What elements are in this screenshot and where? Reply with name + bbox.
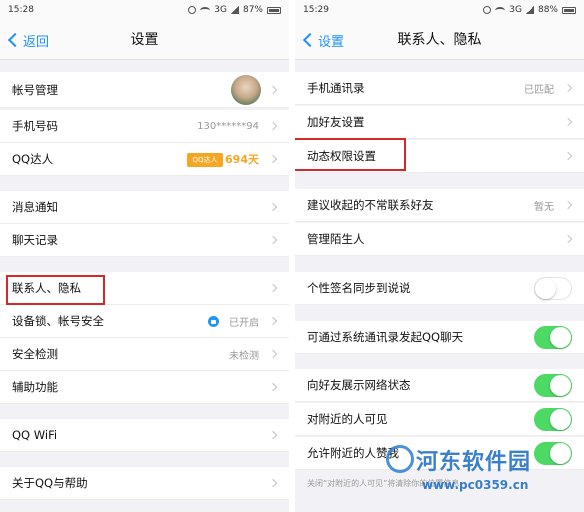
privacy-item-label: 向好友展示网络状态 [307, 378, 411, 392]
settings-screen: 15:28 3G 87% 返回 设置 帐号管理 手机号码 130******94… [0, 0, 289, 512]
chevron-right-icon [268, 382, 278, 392]
battery-icon [562, 6, 576, 14]
privacy-item-nearby-visible: 对附近的人可见 [295, 403, 584, 436]
settings-item-label: 联系人、隐私 [12, 281, 81, 295]
chevron-right-icon [563, 151, 573, 161]
privacy-item-label: 对附近的人可见 [307, 412, 388, 426]
settings-item-security-check[interactable]: 安全检测 未检测 [0, 338, 289, 371]
chevron-right-icon [268, 349, 278, 359]
signature-sync-toggle[interactable] [534, 277, 572, 300]
privacy-item-signature-sync: 个性签名同步到说说 [295, 272, 584, 305]
qq-daren-days: 694天 [225, 153, 259, 166]
settings-item-phone[interactable]: 手机号码 130******94 [0, 110, 289, 143]
watermark-url: www.pc0359.cn [422, 478, 529, 492]
nav-bar: 设置 联系人、隐私 [295, 20, 584, 60]
settings-item-label: 安全检测 [12, 347, 58, 361]
settings-item-about[interactable]: 关于QQ与帮助 [0, 467, 289, 500]
battery-icon [267, 6, 281, 14]
system-contacts-chat-toggle[interactable] [534, 326, 572, 349]
chevron-right-icon [563, 83, 573, 93]
settings-item-label: 聊天记录 [12, 233, 58, 247]
chevron-right-icon [563, 117, 573, 127]
qq-daren-badge-icon: QQ达人 [187, 153, 223, 167]
settings-item-label: 消息通知 [12, 200, 58, 214]
privacy-item-label: 建议收起的不常联系好友 [307, 198, 434, 212]
chevron-right-icon [268, 235, 278, 245]
chevron-right-icon [268, 316, 278, 326]
alarm-icon [188, 6, 197, 14]
inactive-friends-status: 暂无 [534, 201, 554, 213]
back-button[interactable]: 返回 [6, 20, 49, 60]
contacts-privacy-screen: 15:29 3G 88% 设置 联系人、隐私 手机通讯录 已匹配 加好友设置 动… [295, 0, 584, 512]
settings-item-device-lock[interactable]: 设备锁、帐号安全 已开启 [0, 305, 289, 338]
battery-percent: 88% [537, 5, 558, 15]
phone-number-value: 130******94 [197, 120, 259, 132]
status-bar: 15:29 3G 88% [295, 0, 584, 20]
chevron-left-icon [302, 32, 318, 48]
settings-item-accessibility[interactable]: 辅助功能 [0, 371, 289, 404]
network-status-toggle[interactable] [534, 374, 572, 397]
settings-item-account[interactable]: 帐号管理 [0, 72, 289, 108]
privacy-item-inactive-friends[interactable]: 建议收起的不常联系好友 暂无 [295, 189, 584, 222]
battery-percent: 87% [242, 5, 263, 15]
avatar [231, 75, 261, 105]
privacy-item-system-contacts-chat: 可通过系统通讯录发起QQ聊天 [295, 321, 584, 354]
settings-item-label: 辅助功能 [12, 380, 58, 394]
privacy-item-feed-permissions[interactable]: 动态权限设置 [295, 140, 584, 173]
privacy-item-label: 手机通讯录 [307, 81, 365, 95]
wifi-icon [495, 6, 506, 14]
chevron-right-icon [563, 200, 573, 210]
privacy-item-network-status: 向好友展示网络状态 [295, 369, 584, 402]
chevron-right-icon [268, 85, 278, 94]
status-time: 15:29 [303, 5, 329, 15]
settings-item-chat-history[interactable]: 聊天记录 [0, 224, 289, 257]
status-time: 15:28 [8, 5, 34, 15]
alarm-icon [483, 6, 492, 14]
settings-item-label: QQ达人 [12, 152, 54, 166]
chevron-right-icon [268, 121, 278, 131]
chevron-right-icon [268, 154, 278, 164]
signal-icon [230, 6, 239, 14]
settings-item-label: QQ WiFi [12, 428, 58, 442]
privacy-item-label: 加好友设置 [307, 115, 365, 129]
settings-item-label: 设备锁、帐号安全 [12, 314, 104, 328]
chevron-left-icon [7, 32, 23, 48]
nav-bar: 返回 设置 [0, 20, 289, 60]
back-button[interactable]: 设置 [301, 20, 344, 60]
settings-item-qq-wifi[interactable]: QQ WiFi [0, 419, 289, 452]
privacy-item-strangers[interactable]: 管理陌生人 [295, 223, 584, 256]
device-lock-status: 已开启 [229, 317, 259, 329]
back-label: 返回 [23, 34, 50, 50]
settings-item-contacts-privacy[interactable]: 联系人、隐私 [0, 272, 289, 305]
chevron-right-icon [268, 283, 278, 293]
settings-item-qq-daren[interactable]: QQ达人 QQ达人 694天 [0, 143, 289, 176]
privacy-item-label: 个性签名同步到说说 [307, 281, 411, 295]
watermark-logo-icon [386, 445, 414, 473]
back-label: 设置 [318, 34, 345, 50]
chevron-right-icon [268, 478, 278, 488]
privacy-item-add-friend[interactable]: 加好友设置 [295, 106, 584, 139]
chevron-right-icon [268, 202, 278, 212]
settings-item-label: 关于QQ与帮助 [12, 476, 88, 490]
security-check-status: 未检测 [229, 350, 259, 362]
phone-contacts-status: 已匹配 [524, 84, 554, 96]
settings-item-label: 手机号码 [12, 119, 58, 133]
watermark-text: 河东软件园 [416, 450, 532, 475]
privacy-item-label: 管理陌生人 [307, 232, 365, 246]
lock-icon [208, 316, 219, 327]
nearby-like-toggle[interactable] [534, 442, 572, 465]
privacy-item-label: 动态权限设置 [307, 149, 376, 163]
signal-icon [525, 6, 534, 14]
privacy-item-phone-contacts[interactable]: 手机通讯录 已匹配 [295, 72, 584, 105]
settings-item-label: 帐号管理 [12, 82, 58, 97]
status-bar: 15:28 3G 87% [0, 0, 289, 20]
nearby-visible-toggle[interactable] [534, 408, 572, 431]
chevron-right-icon [268, 430, 278, 440]
wifi-icon [200, 6, 211, 14]
settings-item-notifications[interactable]: 消息通知 [0, 191, 289, 224]
privacy-item-label: 可通过系统通讯录发起QQ聊天 [307, 330, 464, 344]
network-type: 3G [509, 5, 522, 15]
chevron-right-icon [563, 234, 573, 244]
network-type: 3G [214, 5, 227, 15]
